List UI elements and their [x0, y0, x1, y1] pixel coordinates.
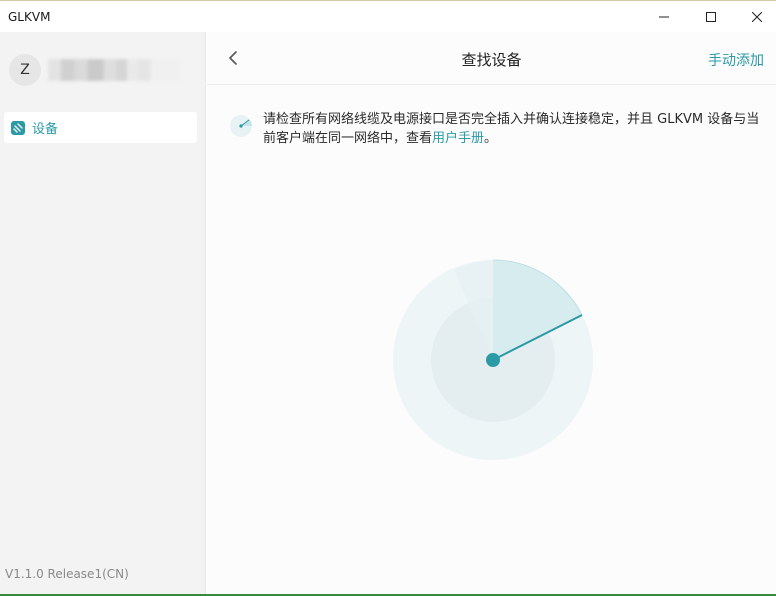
avatar[interactable]: Z	[9, 54, 41, 86]
main-panel: 查找设备 手动添加 请检查所有网络线缆及电源接口是否完全插入并确认连接稳定，并且…	[207, 32, 776, 594]
notice-suffix: 。	[484, 131, 498, 146]
maximize-icon	[706, 12, 716, 22]
title-bar: GLKVM	[0, 0, 776, 32]
user-manual-link[interactable]: 用户手册	[432, 131, 484, 146]
minimize-icon	[659, 16, 669, 18]
device-scan-icon	[11, 120, 25, 135]
close-icon	[752, 12, 762, 22]
version-label: V1.1.0 Release1(CN)	[5, 567, 129, 581]
maximize-button[interactable]	[688, 1, 734, 33]
radar-mini-icon	[230, 115, 252, 137]
page-title: 查找设备	[461, 51, 522, 69]
sidebar-item-label: 设备	[32, 122, 59, 137]
radar-scan-graphic	[393, 259, 593, 460]
username-redacted	[48, 59, 180, 81]
notice-text: 请检查所有网络线缆及电源接口是否完全插入并确认连接稳定，并且 GLKVM 设备与…	[263, 110, 763, 148]
page-header: 查找设备 手动添加	[207, 32, 776, 85]
sidebar: Z 设备 V1.1.0 Release1(CN)	[0, 32, 206, 594]
sidebar-item-devices[interactable]: 设备	[4, 112, 197, 143]
avatar-initial: Z	[20, 62, 30, 78]
close-button[interactable]	[734, 1, 776, 33]
notice-body: 请检查所有网络线缆及电源接口是否完全插入并确认连接稳定，并且 GLKVM 设备与…	[263, 112, 760, 146]
app-title: GLKVM	[8, 10, 51, 24]
notice: 请检查所有网络线缆及电源接口是否完全插入并确认连接稳定，并且 GLKVM 设备与…	[229, 110, 769, 148]
minimize-button[interactable]	[641, 1, 687, 33]
manual-add-button[interactable]: 手动添加	[708, 50, 764, 70]
